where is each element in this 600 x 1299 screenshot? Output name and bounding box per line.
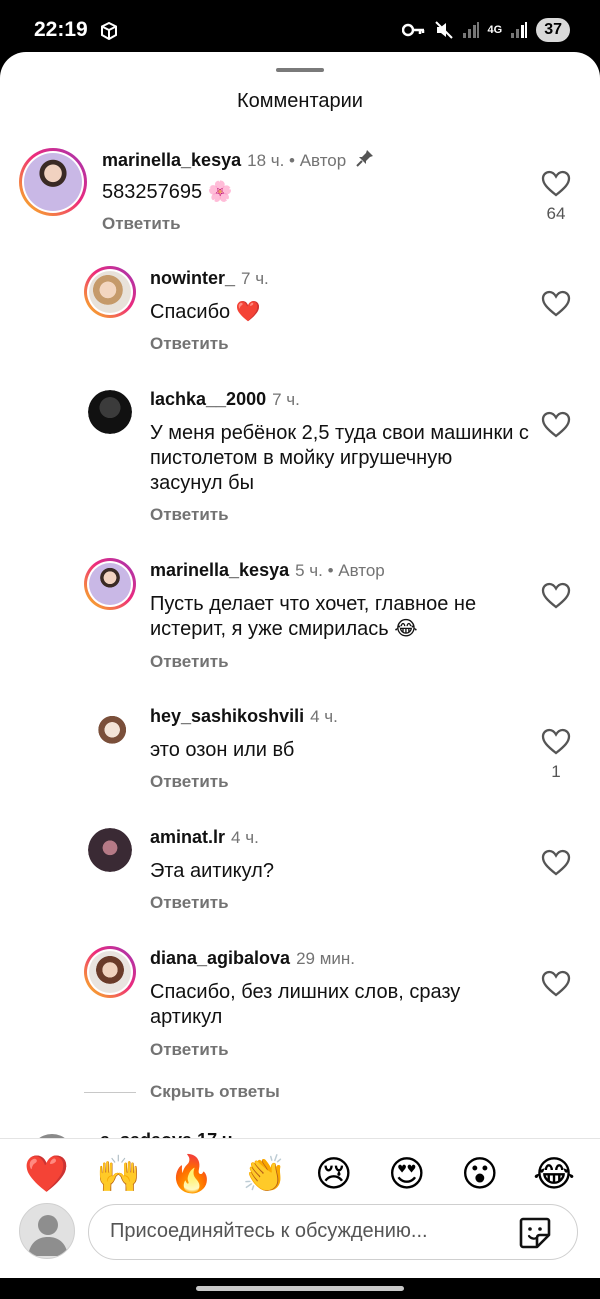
system-nav-bar bbox=[0, 1278, 600, 1299]
comment-input-placeholder: Присоединяйтесь к обсуждению... bbox=[110, 1220, 428, 1242]
comment-meta: 4 ч. bbox=[231, 828, 259, 847]
sheet-title: Комментарии bbox=[237, 90, 363, 112]
reaction-row: ❤️ 🙌 🔥 👏 😢 😍 😮 😂 bbox=[0, 1151, 600, 1199]
avatar[interactable] bbox=[84, 266, 136, 318]
reply-button[interactable]: Ответить bbox=[150, 772, 229, 792]
heart-icon[interactable] bbox=[540, 580, 572, 612]
reply-button[interactable]: Ответить bbox=[150, 505, 229, 525]
comment-username[interactable]: nowinter_ bbox=[150, 268, 235, 288]
reaction-laughing-icon[interactable]: 😂 bbox=[533, 1151, 575, 1199]
user-silhouette-icon bbox=[28, 1215, 68, 1256]
reply-button[interactable]: Ответить bbox=[102, 214, 181, 234]
heart-icon[interactable] bbox=[540, 168, 572, 200]
reaction-heart-icon[interactable]: ❤️ bbox=[24, 1151, 69, 1199]
like-count: 1 bbox=[551, 762, 561, 781]
comments-sheet: Комментарии marinella_kesya 18 ч. • Автор… bbox=[0, 52, 600, 1278]
comment-username[interactable]: hey_sashikoshvili bbox=[150, 706, 304, 726]
network-type: 4G bbox=[487, 23, 503, 36]
status-icons: 4G 37 bbox=[401, 18, 570, 42]
reaction-surprised-icon[interactable]: 😮 bbox=[461, 1151, 499, 1199]
comment-username[interactable]: aminat.lr bbox=[150, 827, 225, 847]
comment-text: это озон или вб bbox=[150, 739, 295, 761]
avatar[interactable] bbox=[84, 946, 136, 998]
comment-text: У меня ребёнок 2,5 туда свои машинки с п… bbox=[150, 422, 529, 494]
avatar[interactable] bbox=[88, 828, 132, 872]
pin-icon bbox=[356, 150, 374, 167]
like-count: 64 bbox=[546, 204, 566, 223]
heart-icon[interactable] bbox=[540, 409, 572, 441]
comment-text: 583257695 🌸 bbox=[102, 181, 233, 203]
avatar[interactable] bbox=[19, 148, 87, 216]
comment-text: Спасибо, без лишних слов, сразу артикул bbox=[150, 981, 461, 1028]
comment-meta: 5 ч. • Автор bbox=[295, 561, 385, 580]
avatar[interactable] bbox=[88, 710, 132, 754]
reply-button[interactable]: Ответить bbox=[150, 334, 229, 354]
reaction-clap-icon[interactable]: 👏 bbox=[242, 1151, 287, 1199]
comment-text: Спасибо ❤️ bbox=[150, 301, 261, 323]
heart-icon[interactable] bbox=[540, 288, 572, 320]
comment-username[interactable]: marinella_kesya bbox=[102, 150, 241, 170]
reply-button[interactable]: Ответить bbox=[150, 893, 229, 913]
current-user-avatar[interactable] bbox=[19, 1203, 75, 1259]
comment-meta: 7 ч. bbox=[272, 390, 300, 409]
comment-meta: 29 мин. bbox=[296, 949, 355, 968]
box-icon bbox=[101, 22, 117, 40]
heart-icon[interactable] bbox=[540, 968, 572, 1000]
key-icon bbox=[401, 23, 424, 37]
comment-meta: 7 ч. bbox=[241, 269, 269, 288]
hide-replies-divider bbox=[84, 1092, 136, 1093]
signal-icon bbox=[462, 22, 479, 38]
reaction-heart-eyes-icon[interactable]: 😍 bbox=[388, 1151, 426, 1199]
reaction-raised-hands-icon[interactable]: 🙌 bbox=[96, 1151, 141, 1199]
comment-username[interactable]: marinella_kesya bbox=[150, 560, 289, 580]
comment-meta: 18 ч. • Автор bbox=[247, 151, 347, 170]
comment-username[interactable]: diana_agibalova bbox=[150, 948, 290, 968]
heart-icon[interactable] bbox=[540, 847, 572, 879]
comment-username[interactable]: lachka__2000 bbox=[150, 389, 266, 409]
home-gesture-handle[interactable] bbox=[196, 1286, 404, 1291]
reaction-crying-icon[interactable]: 😢 bbox=[315, 1151, 353, 1199]
battery-indicator: 37 bbox=[536, 18, 570, 42]
hide-replies-button[interactable]: Скрыть ответы bbox=[150, 1082, 280, 1102]
reply-button[interactable]: Ответить bbox=[150, 652, 229, 672]
avatar[interactable] bbox=[84, 558, 136, 610]
avatar[interactable] bbox=[88, 390, 132, 434]
composer-bar: ❤️ 🙌 🔥 👏 😢 😍 😮 😂 Присоединяйтесь к обсуж… bbox=[0, 1138, 600, 1278]
heart-icon[interactable] bbox=[540, 726, 572, 758]
comment-input[interactable]: Присоединяйтесь к обсуждению... bbox=[88, 1204, 578, 1260]
sticker-icon[interactable] bbox=[517, 1215, 553, 1251]
comment-text: Эта аитикул? bbox=[150, 860, 274, 882]
mute-icon bbox=[434, 21, 453, 39]
drag-handle[interactable] bbox=[276, 68, 324, 72]
signal-icon bbox=[511, 22, 528, 38]
reply-button[interactable]: Ответить bbox=[150, 1040, 229, 1060]
reaction-fire-icon[interactable]: 🔥 bbox=[169, 1151, 214, 1199]
comment-meta: 4 ч. bbox=[310, 707, 338, 726]
comment-text: Пусть делает что хочет, главное не истер… bbox=[150, 593, 477, 640]
status-time: 22:19 bbox=[34, 18, 88, 41]
